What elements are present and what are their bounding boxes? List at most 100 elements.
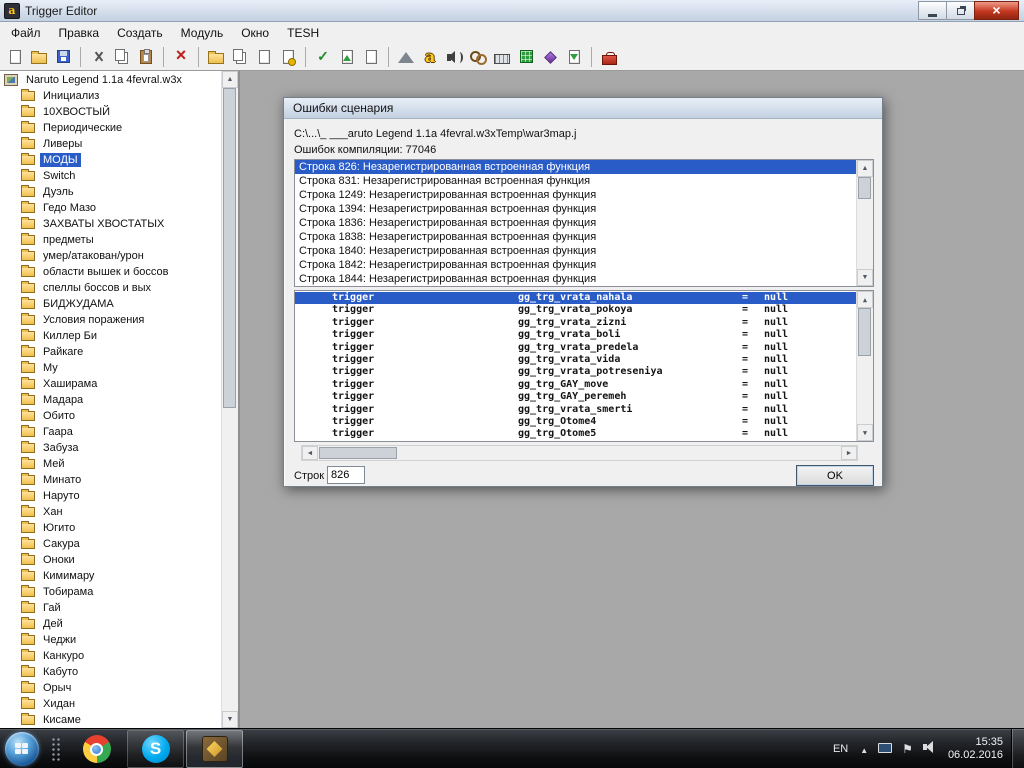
open-map-button[interactable]: [27, 45, 51, 69]
object-manager-button[interactable]: [538, 45, 562, 69]
terrain-editor-button[interactable]: [394, 45, 418, 69]
tree-item[interactable]: Хан: [0, 504, 221, 520]
tree-item[interactable]: Дуэль: [0, 184, 221, 200]
code-line[interactable]: trigger gg_trg_vrata_boli = null: [295, 329, 856, 341]
tree-item[interactable]: Гедо Мазо: [0, 200, 221, 216]
clock[interactable]: 15:35 06.02.2016: [948, 736, 1003, 762]
tree-item[interactable]: Ливеры: [0, 136, 221, 152]
paste-button[interactable]: [134, 45, 158, 69]
object-editor-button[interactable]: [466, 45, 490, 69]
menu-item-tesh[interactable]: TESH: [278, 23, 328, 43]
error-list-item[interactable]: Строка 1842: Незарегистрированная встрое…: [295, 258, 856, 272]
trigger-editor-button[interactable]: [418, 45, 442, 69]
tree-item[interactable]: Кабуто: [0, 664, 221, 680]
enable-trigger-button[interactable]: [311, 45, 335, 69]
tree-item[interactable]: 10ХВОСТЫЙ: [0, 104, 221, 120]
tree-item[interactable]: Наруто: [0, 488, 221, 504]
run-on-init-button[interactable]: [359, 45, 383, 69]
menu-item-module[interactable]: Модуль: [172, 23, 233, 43]
campaign-editor-button[interactable]: [490, 45, 514, 69]
tree-item[interactable]: предметы: [0, 232, 221, 248]
scroll-thumb[interactable]: [858, 177, 871, 199]
chrome-taskbar-button[interactable]: [68, 730, 125, 768]
code-line[interactable]: trigger gg_trg_GAY_peremeh = null: [295, 391, 856, 403]
tree-item[interactable]: Оноки: [0, 552, 221, 568]
tree-item[interactable]: спеллы боссов и вых: [0, 280, 221, 296]
show-desktop-button[interactable]: [1011, 728, 1024, 768]
tree-item[interactable]: Забуза: [0, 440, 221, 456]
scroll-thumb[interactable]: [319, 447, 397, 459]
tree-item[interactable]: Кимимару: [0, 568, 221, 584]
menu-item-file[interactable]: Файл: [2, 23, 50, 43]
line-number-input[interactable]: [327, 466, 365, 484]
tree-item[interactable]: Обито: [0, 408, 221, 424]
tree-item[interactable]: Чеджи: [0, 632, 221, 648]
new-map-button[interactable]: [3, 45, 27, 69]
error-list-item[interactable]: Строка 1249: Незарегистрированная встрое…: [295, 188, 856, 202]
tree-item[interactable]: Хаширама: [0, 376, 221, 392]
tree-item[interactable]: БИДЖУДАМА: [0, 296, 221, 312]
scroll-down-button[interactable]: [857, 269, 873, 286]
sound-editor-button[interactable]: [442, 45, 466, 69]
code-line[interactable]: trigger gg_trg_vrata_zizni = null: [295, 317, 856, 329]
tree-item[interactable]: Хидан: [0, 696, 221, 712]
code-line[interactable]: trigger gg_trg_vrata_predela = null: [295, 342, 856, 354]
language-indicator[interactable]: EN: [833, 743, 848, 755]
scroll-left-button[interactable]: [302, 446, 318, 460]
close-button[interactable]: [974, 1, 1019, 20]
tree-item[interactable]: МОДЫ: [0, 152, 221, 168]
error-list-item[interactable]: Строка 1840: Незарегистрированная встрое…: [295, 244, 856, 258]
minimize-button[interactable]: [918, 1, 947, 20]
menu-item-edit[interactable]: Правка: [50, 23, 109, 43]
tree-item[interactable]: Райкаге: [0, 344, 221, 360]
tree-item[interactable]: Условия поражения: [0, 312, 221, 328]
error-list-item[interactable]: Строка 1836: Незарегистрированная встрое…: [295, 216, 856, 230]
code-line[interactable]: trigger gg_trg_GAY_move = null: [295, 379, 856, 391]
tree-item[interactable]: Тобирама: [0, 584, 221, 600]
code-horizontal-scrollbar[interactable]: [301, 445, 858, 461]
cut-button[interactable]: [86, 45, 110, 69]
tree-item[interactable]: Югито: [0, 520, 221, 536]
convert-script-button[interactable]: [335, 45, 359, 69]
scroll-thumb[interactable]: [858, 308, 871, 356]
scroll-up-button[interactable]: [857, 291, 873, 308]
code-line[interactable]: trigger gg_trg_vrata_vida = null: [295, 354, 856, 366]
tree-item[interactable]: ЗАХВАТЫ ХВОСТАТЫХ: [0, 216, 221, 232]
hidden-icons-button[interactable]: [860, 746, 868, 755]
menu-item-window[interactable]: Окно: [232, 23, 278, 43]
skype-taskbar-button[interactable]: [127, 730, 184, 768]
code-line[interactable]: trigger gg_trg_Otome5 = null: [295, 428, 856, 440]
scroll-up-button[interactable]: [222, 71, 238, 88]
tree-item[interactable]: Гаара: [0, 424, 221, 440]
error-list-item[interactable]: Строка 831: Незарегистрированная встроен…: [295, 174, 856, 188]
tree-scrollbar[interactable]: [221, 71, 238, 728]
code-scrollbar[interactable]: [856, 291, 873, 441]
volume-icon[interactable]: [922, 741, 936, 753]
scroll-up-button[interactable]: [857, 160, 873, 177]
tree-item[interactable]: области вышек и боссов: [0, 264, 221, 280]
scroll-down-button[interactable]: [857, 424, 873, 441]
menu-item-create[interactable]: Создать: [108, 23, 172, 43]
code-line[interactable]: trigger gg_trg_vrata_smerti = null: [295, 404, 856, 416]
tree-item[interactable]: Кисаме: [0, 712, 221, 728]
tree-item[interactable]: Киллер Би: [0, 328, 221, 344]
tree-item[interactable]: Switch: [0, 168, 221, 184]
error-list-item[interactable]: Строка 1394: Незарегистрированная встрое…: [295, 202, 856, 216]
tree-item[interactable]: Гай: [0, 600, 221, 616]
delete-button[interactable]: [169, 45, 193, 69]
new-comment-button[interactable]: [252, 45, 276, 69]
restore-button[interactable]: [946, 1, 975, 20]
scroll-thumb[interactable]: [223, 88, 236, 408]
code-line[interactable]: trigger gg_trg_vrata_pokoya = null: [295, 304, 856, 316]
action-center-icon[interactable]: [902, 743, 913, 755]
tree-item[interactable]: Мадара: [0, 392, 221, 408]
tree-item[interactable]: умер/атакован/урон: [0, 248, 221, 264]
new-script-button[interactable]: [276, 45, 300, 69]
new-trigger-button[interactable]: [228, 45, 252, 69]
tree-item[interactable]: Минато: [0, 472, 221, 488]
test-map-button[interactable]: [597, 45, 621, 69]
window-titlebar[interactable]: Trigger Editor: [0, 0, 1024, 22]
tree-item[interactable]: Naruto Legend 1.1a 4fevral.w3x: [0, 72, 221, 88]
scroll-down-button[interactable]: [222, 711, 238, 728]
tree-item[interactable]: Сакура: [0, 536, 221, 552]
